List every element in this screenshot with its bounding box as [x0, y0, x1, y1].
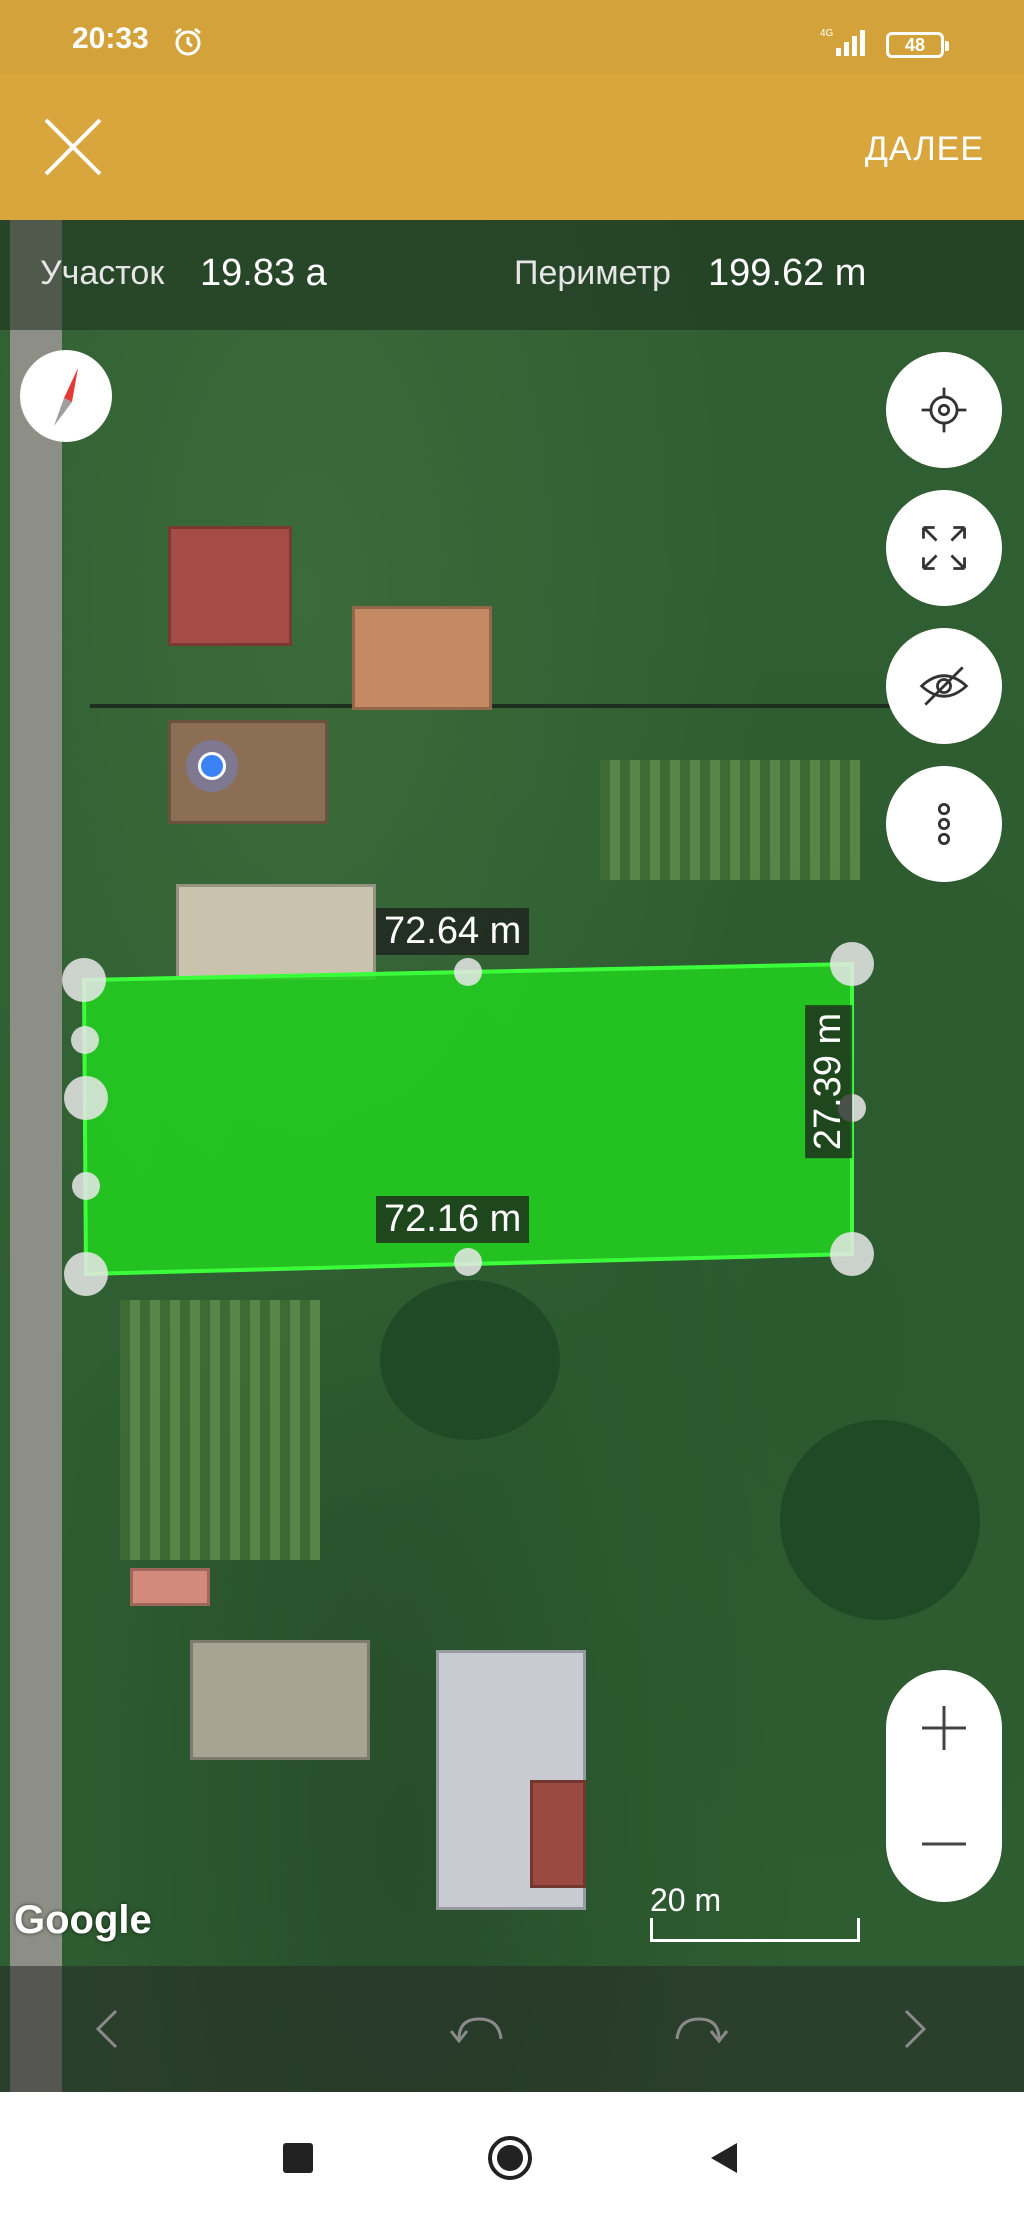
undo-button[interactable]: [436, 1986, 522, 2072]
zoom-control: [886, 1670, 1002, 1902]
minus-icon: [922, 1842, 966, 1846]
square-icon: [283, 2143, 313, 2173]
status-time: 20:33: [72, 22, 149, 55]
redo-icon: [675, 2017, 729, 2044]
circle-icon: [488, 2136, 532, 2180]
recents-button[interactable]: [274, 2134, 322, 2182]
vertex-handle[interactable]: [830, 942, 874, 986]
home-button[interactable]: [486, 2134, 534, 2182]
redo-button[interactable]: [656, 1986, 742, 2072]
bottom-edge-length: 72.16 m: [376, 1196, 530, 1243]
more-button[interactable]: [886, 766, 1002, 882]
compass-icon: [54, 368, 78, 426]
area-label: Участок: [40, 254, 165, 292]
midpoint-handle[interactable]: [454, 958, 482, 986]
building: [530, 1780, 586, 1888]
next-step-button[interactable]: [872, 1986, 958, 2072]
crosshair-icon: [921, 387, 967, 433]
plus-icon: [922, 1706, 966, 1750]
zoom-out-button[interactable]: [886, 1786, 1002, 1902]
chevron-right-icon: [904, 2009, 927, 2049]
area-value: 19.83 a: [200, 252, 327, 294]
satellite-map[interactable]: [0, 220, 1024, 2092]
signal-icon: 4G: [820, 28, 865, 56]
more-vertical-icon: [937, 803, 951, 846]
vertex-handle[interactable]: [64, 1076, 108, 1120]
road: [10, 220, 62, 2092]
building: [168, 526, 292, 646]
next-button[interactable]: ДАЛЕЕ: [865, 130, 984, 169]
triangle-left-icon: [711, 2143, 737, 2173]
fit-bounds-button[interactable]: [886, 490, 1002, 606]
undo-icon: [449, 2017, 503, 2044]
app-bar: ДАЛЕЕ: [0, 74, 1024, 220]
midpoint-handle[interactable]: [71, 1026, 99, 1054]
previous-button[interactable]: [64, 1986, 150, 2072]
vertex-handle[interactable]: [64, 1252, 108, 1296]
edit-toolbar: [0, 1966, 1024, 2092]
top-edge-length: 72.64 m: [376, 908, 530, 955]
building: [176, 884, 376, 980]
toggle-visibility-button[interactable]: [886, 628, 1002, 744]
perimeter-value: 199.62 m: [708, 252, 867, 294]
eye-off-icon: [919, 666, 969, 706]
scale-bar: [650, 1918, 860, 1942]
midpoint-handle[interactable]: [454, 1248, 482, 1276]
compass-button[interactable]: [20, 350, 112, 442]
perimeter-label: Периметр: [514, 254, 671, 292]
midpoint-handle[interactable]: [72, 1172, 100, 1200]
battery-indicator: 48: [886, 32, 949, 58]
building: [190, 1640, 370, 1760]
chevron-left-icon: [95, 2009, 118, 2049]
google-attribution: Google: [14, 1898, 152, 1942]
garden-rows: [120, 1300, 320, 1560]
zoom-in-button[interactable]: [886, 1670, 1002, 1786]
garden-rows: [600, 760, 860, 880]
vertex-handle[interactable]: [62, 958, 106, 1002]
status-bar: 20:33 4G 48: [0, 0, 1024, 74]
locate-button[interactable]: [886, 352, 1002, 468]
building: [130, 1568, 210, 1606]
user-location-marker: [186, 740, 238, 792]
vertex-handle[interactable]: [830, 1232, 874, 1276]
tree: [780, 1420, 980, 1620]
expand-icon: [922, 526, 966, 570]
building: [352, 606, 492, 710]
right-edge-length: 27.39 m: [805, 1004, 853, 1159]
svg-text:4G: 4G: [820, 28, 834, 39]
back-button[interactable]: [700, 2134, 748, 2182]
close-icon[interactable]: [40, 114, 106, 180]
alarm-icon: [175, 27, 201, 56]
measurement-info-bar: Участок 19.83 a Периметр 199.62 m: [0, 220, 1024, 330]
scale-label: 20 m: [650, 1882, 722, 1918]
system-navigation-bar: [0, 2092, 1024, 2222]
tree: [380, 1280, 560, 1440]
